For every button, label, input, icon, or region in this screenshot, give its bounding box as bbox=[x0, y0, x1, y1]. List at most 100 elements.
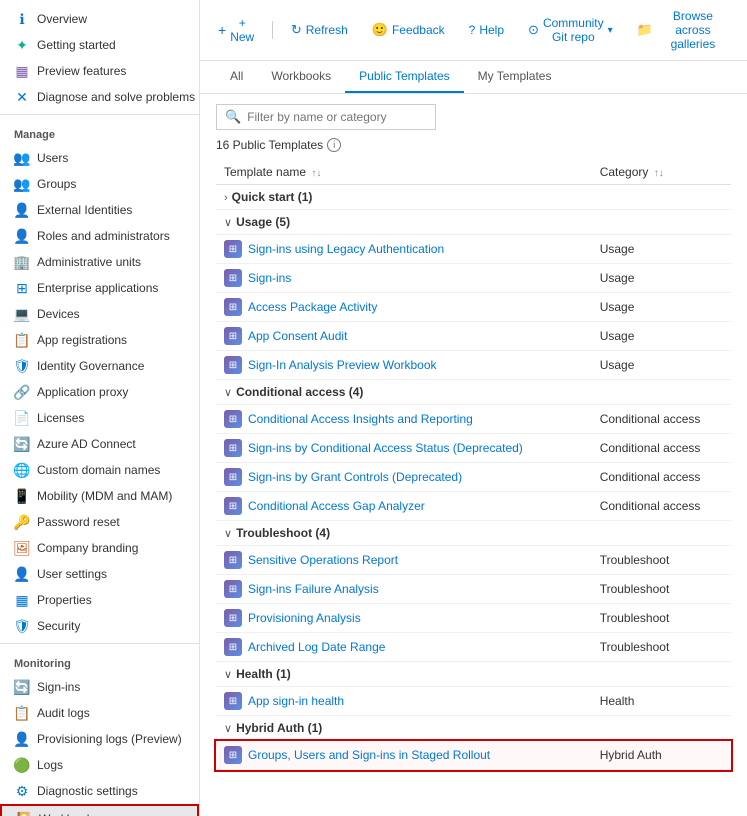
sidebar-item-identity-governance[interactable]: 🛡 Identity Governance bbox=[0, 353, 199, 379]
template-name-cell: ⊞Sign-ins Failure Analysis bbox=[216, 575, 592, 604]
sidebar-item-app-registrations[interactable]: 📋 App registrations bbox=[0, 327, 199, 353]
template-category-cell: Usage bbox=[592, 351, 731, 380]
sidebar-item-user-settings[interactable]: 👤 User settings bbox=[0, 561, 199, 587]
group-chevron[interactable]: ∨ bbox=[224, 528, 232, 540]
refresh-icon: ↻ bbox=[291, 22, 302, 38]
group-chevron[interactable]: ∨ bbox=[224, 387, 232, 399]
browse-label: Browse across galleries bbox=[657, 9, 729, 51]
prov-logs-icon: 👤 bbox=[14, 731, 30, 747]
sidebar-item-password-reset[interactable]: 🔑 Password reset bbox=[0, 509, 199, 535]
sidebar-item-external-identities[interactable]: 👤 External Identities bbox=[0, 197, 199, 223]
template-link[interactable]: Conditional Access Gap Analyzer bbox=[248, 499, 425, 513]
diagnostic-icon: ⚙ bbox=[14, 783, 30, 799]
template-link[interactable]: Groups, Users and Sign-ins in Staged Rol… bbox=[248, 748, 490, 762]
group-chevron[interactable]: › bbox=[224, 192, 228, 204]
template-link[interactable]: Sign-ins by Conditional Access Status (D… bbox=[248, 441, 523, 455]
tab-workbooks[interactable]: Workbooks bbox=[257, 61, 345, 93]
community-button[interactable]: ⊙ Community Git repo ▾ bbox=[522, 13, 619, 47]
sidebar-item-app-proxy[interactable]: 🔗 Application proxy bbox=[0, 379, 199, 405]
template-category-cell: Troubleshoot bbox=[592, 633, 731, 662]
template-link[interactable]: App sign-in health bbox=[248, 694, 344, 708]
sidebar-item-company-branding[interactable]: 🖼 Company branding bbox=[0, 535, 199, 561]
sidebar-item-logs[interactable]: 🟢 Logs bbox=[0, 752, 199, 778]
help-button[interactable]: ? Help bbox=[463, 20, 510, 40]
tab-my-templates[interactable]: My Templates bbox=[464, 61, 566, 93]
sidebar-item-preview-features[interactable]: ▦ Preview features bbox=[0, 58, 199, 84]
group-chevron[interactable]: ∨ bbox=[224, 217, 232, 229]
sidebar-item-provisioning-logs[interactable]: 👤 Provisioning logs (Preview) bbox=[0, 726, 199, 752]
group-chevron[interactable]: ∨ bbox=[224, 669, 232, 681]
table-group-row[interactable]: ∨Troubleshoot (4) bbox=[216, 521, 731, 546]
template-link[interactable]: Provisioning Analysis bbox=[248, 611, 361, 625]
template-icon: ⊞ bbox=[224, 298, 242, 316]
table-group-row[interactable]: ∨Health (1) bbox=[216, 662, 731, 687]
col-template-name[interactable]: Template name ↑↓ bbox=[216, 160, 592, 185]
sidebar-item-diagnostic-settings[interactable]: ⚙ Diagnostic settings bbox=[0, 778, 199, 804]
template-link[interactable]: Access Package Activity bbox=[248, 300, 377, 314]
template-link[interactable]: Sign-ins bbox=[248, 271, 291, 285]
table-group-row[interactable]: ∨Conditional access (4) bbox=[216, 380, 731, 405]
table-group-row[interactable]: ∨Hybrid Auth (1) bbox=[216, 716, 731, 741]
sidebar-item-overview[interactable]: ℹ Overview bbox=[0, 6, 199, 32]
template-category-cell: Usage bbox=[592, 322, 731, 351]
template-link[interactable]: Sign-In Analysis Preview Workbook bbox=[248, 358, 437, 372]
template-link[interactable]: App Consent Audit bbox=[248, 329, 347, 343]
sidebar-item-label: Roles and administrators bbox=[37, 229, 170, 243]
sidebar-item-groups[interactable]: 👥 Groups bbox=[0, 171, 199, 197]
sidebar-item-custom-domains[interactable]: 🌐 Custom domain names bbox=[0, 457, 199, 483]
devices-icon: 💻 bbox=[14, 306, 30, 322]
template-link[interactable]: Sign-ins by Grant Controls (Deprecated) bbox=[248, 470, 462, 484]
template-category-cell: Health bbox=[592, 687, 731, 716]
sidebar-item-audit-logs[interactable]: 📋 Audit logs bbox=[0, 700, 199, 726]
template-icon: ⊞ bbox=[224, 356, 242, 374]
table-row: ⊞ Groups, Users and Sign-ins in Staged Ro… bbox=[216, 741, 731, 770]
app-proxy-icon: 🔗 bbox=[14, 384, 30, 400]
sidebar-item-diagnose[interactable]: ✕ Diagnose and solve problems bbox=[0, 84, 199, 110]
tab-all[interactable]: All bbox=[216, 61, 257, 93]
search-box[interactable]: 🔍 bbox=[216, 104, 436, 130]
sidebar-item-admin-units[interactable]: 🏢 Administrative units bbox=[0, 249, 199, 275]
sidebar-item-roles[interactable]: 👤 Roles and administrators bbox=[0, 223, 199, 249]
sidebar-item-azure-ad-connect[interactable]: 🔄 Azure AD Connect bbox=[0, 431, 199, 457]
github-icon: ⊙ bbox=[528, 22, 539, 38]
table-group-row[interactable]: ∨ Usage (5) bbox=[216, 210, 731, 235]
browse-button[interactable]: 📁 Browse across galleries bbox=[631, 6, 735, 54]
sidebar-item-label: Enterprise applications bbox=[37, 281, 158, 295]
sidebar-item-devices[interactable]: 💻 Devices bbox=[0, 301, 199, 327]
table-group-row[interactable]: ›Quick start (1) bbox=[216, 185, 731, 210]
sidebar-item-licenses[interactable]: 📄 Licenses bbox=[0, 405, 199, 431]
sidebar-item-security[interactable]: 🛡 Security bbox=[0, 613, 199, 639]
template-link[interactable]: Sign-ins Failure Analysis bbox=[248, 582, 379, 596]
template-category-cell: Troubleshoot bbox=[592, 575, 731, 604]
template-icon: ⊞ bbox=[224, 746, 242, 764]
sidebar-item-mobility[interactable]: 📱 Mobility (MDM and MAM) bbox=[0, 483, 199, 509]
template-link[interactable]: Conditional Access Insights and Reportin… bbox=[248, 412, 473, 426]
sidebar-item-getting-started[interactable]: ✦ Getting started bbox=[0, 32, 199, 58]
templates-table: Template name ↑↓ Category ↑↓ ›Quick star… bbox=[216, 160, 731, 770]
sidebar-item-users[interactable]: 👥 Users bbox=[0, 145, 199, 171]
search-input[interactable] bbox=[247, 110, 427, 124]
sidebar-item-sign-ins[interactable]: 🔄 Sign-ins bbox=[0, 674, 199, 700]
info-icon: ℹ bbox=[14, 11, 30, 27]
sidebar-item-properties[interactable]: ▦ Properties bbox=[0, 587, 199, 613]
new-button[interactable]: + + New bbox=[212, 13, 260, 47]
refresh-label: Refresh bbox=[306, 23, 348, 37]
template-link[interactable]: Archived Log Date Range bbox=[248, 640, 385, 654]
getting-started-icon: ✦ bbox=[14, 37, 30, 53]
refresh-button[interactable]: ↻ Refresh bbox=[285, 19, 354, 41]
template-link[interactable]: Sensitive Operations Report bbox=[248, 553, 398, 567]
sort-icon-category: ↑↓ bbox=[654, 168, 664, 179]
sidebar-item-enterprise-apps[interactable]: ⊞ Enterprise applications bbox=[0, 275, 199, 301]
template-link[interactable]: Sign-ins using Legacy Authentication bbox=[248, 242, 444, 256]
azure-connect-icon: 🔄 bbox=[14, 436, 30, 452]
template-icon: ⊞ bbox=[224, 638, 242, 656]
tab-public-templates[interactable]: Public Templates bbox=[345, 61, 464, 93]
template-category-cell: Usage bbox=[592, 264, 731, 293]
template-name-cell: ⊞Conditional Access Insights and Reporti… bbox=[216, 405, 592, 434]
group-name: Usage (5) bbox=[236, 215, 290, 229]
col1-label: Template name bbox=[224, 165, 306, 179]
feedback-button[interactable]: 🙂 Feedback bbox=[366, 19, 451, 41]
col-category[interactable]: Category ↑↓ bbox=[592, 160, 731, 185]
sidebar-item-workbooks[interactable]: 📔 Workbooks bbox=[0, 804, 199, 816]
group-chevron[interactable]: ∨ bbox=[224, 723, 232, 735]
